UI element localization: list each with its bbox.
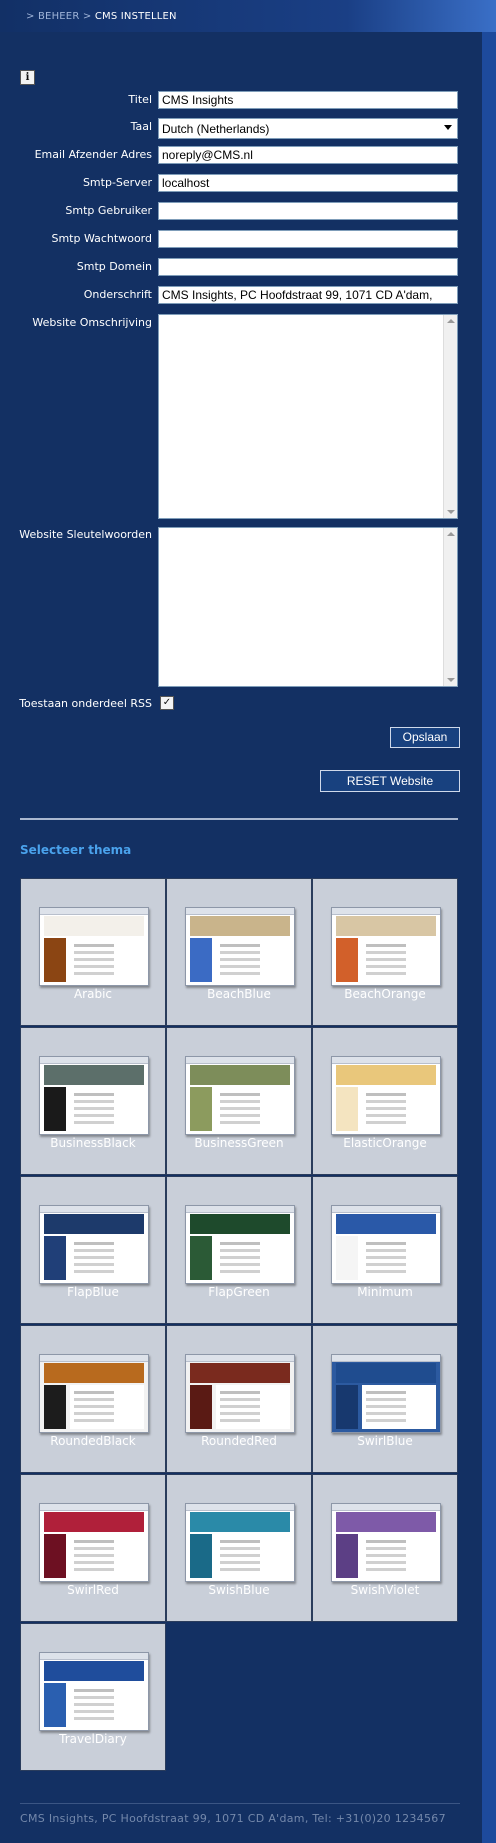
theme-tile[interactable]: Minimum	[312, 1176, 458, 1324]
smtp-gebruiker-input[interactable]	[158, 202, 458, 220]
theme-name: BusinessBlack	[50, 1136, 136, 1150]
theme-preview-image[interactable]	[39, 1205, 149, 1284]
theme-tile[interactable]: SwirlRed	[20, 1474, 166, 1622]
theme-tile[interactable]: FlapBlue	[20, 1176, 166, 1324]
breadcrumb-separator: >	[26, 11, 35, 22]
theme-tile[interactable]: BeachOrange	[312, 878, 458, 1026]
theme-name: BeachBlue	[207, 987, 271, 1001]
onderschrift-input[interactable]: CMS Insights, PC Hoofdstraat 99, 1071 CD…	[158, 286, 458, 304]
omschrijving-label: Website Omschrijving	[32, 316, 152, 329]
theme-tile[interactable]: BusinessBlack	[20, 1027, 166, 1175]
smtp-wachtwoord-input[interactable]	[158, 230, 458, 248]
theme-name: BeachOrange	[344, 987, 426, 1001]
theme-tile[interactable]: BusinessGreen	[166, 1027, 312, 1175]
theme-name: SwishViolet	[350, 1583, 420, 1597]
theme-name: BusinessGreen	[194, 1136, 284, 1150]
sleutelwoorden-scrollbar[interactable]	[443, 528, 457, 686]
info-icon[interactable]: i	[20, 70, 35, 85]
theme-tile[interactable]: ElasticOrange	[312, 1027, 458, 1175]
theme-tile[interactable]: BeachBlue	[166, 878, 312, 1026]
breadcrumb-parent-link[interactable]: BEHEER	[38, 11, 79, 22]
theme-preview-image[interactable]	[331, 1205, 441, 1284]
theme-preview-image[interactable]	[331, 1354, 441, 1433]
theme-tile[interactable]: RoundedRed	[166, 1325, 312, 1473]
theme-name: FlapGreen	[208, 1285, 270, 1299]
footer-text: CMS Insights, PC Hoofdstraat 99, 1071 CD…	[20, 1812, 446, 1825]
smtp-gebruiker-label: Smtp Gebruiker	[65, 204, 152, 217]
theme-name: FlapBlue	[67, 1285, 119, 1299]
email-label: Email Afzender Adres	[34, 148, 152, 161]
header-bar: > BEHEER > CMS INSTELLEN	[0, 0, 496, 32]
breadcrumb: > BEHEER > CMS INSTELLEN	[26, 11, 177, 22]
omschrijving-textarea[interactable]	[158, 314, 458, 519]
titel-label: Titel	[128, 93, 152, 106]
smtp-domein-label: Smtp Domein	[76, 260, 152, 273]
theme-name: ElasticOrange	[343, 1136, 427, 1150]
footer-divider	[20, 1803, 460, 1804]
onderschrift-label: Onderschrift	[83, 288, 152, 301]
theme-preview-image[interactable]	[185, 1205, 295, 1284]
opslaan-button[interactable]: Opslaan	[390, 727, 460, 748]
theme-preview-image[interactable]	[185, 907, 295, 986]
theme-preview-image[interactable]	[185, 1056, 295, 1135]
titel-input[interactable]: CMS Insights	[158, 91, 458, 109]
theme-preview-image[interactable]	[39, 1056, 149, 1135]
smtp-server-input[interactable]: localhost	[158, 174, 458, 192]
theme-preview-image[interactable]	[39, 907, 149, 986]
chevron-down-icon	[444, 125, 452, 130]
breadcrumb-current: CMS INSTELLEN	[94, 11, 177, 22]
theme-name: SwirlRed	[67, 1583, 119, 1597]
theme-tile[interactable]: RoundedBlack	[20, 1325, 166, 1473]
theme-tile[interactable]: Arabic	[20, 878, 166, 1026]
theme-name: Arabic	[73, 987, 113, 1001]
omschrijving-scrollbar[interactable]	[443, 315, 457, 518]
rss-checkbox[interactable]: ✓	[160, 696, 174, 710]
theme-name: SwirlBlue	[357, 1434, 413, 1448]
taal-label: Taal	[130, 120, 152, 133]
theme-tile[interactable]: TravelDiary	[20, 1623, 166, 1771]
sleutelwoorden-label: Website Sleutelwoorden	[19, 528, 152, 541]
theme-preview-image[interactable]	[39, 1652, 149, 1731]
taal-select[interactable]: Dutch (Netherlands)	[158, 118, 458, 139]
theme-name: RoundedRed	[201, 1434, 277, 1448]
theme-section-title: Selecteer thema	[20, 843, 132, 857]
theme-preview-image[interactable]	[331, 1056, 441, 1135]
theme-preview-image[interactable]	[185, 1503, 295, 1582]
checkmark-icon: ✓	[162, 697, 172, 708]
reset-website-button[interactable]: RESET Website	[320, 770, 460, 792]
sleutelwoorden-textarea[interactable]	[158, 527, 458, 687]
theme-name: TravelDiary	[59, 1732, 127, 1746]
section-divider	[20, 818, 458, 820]
theme-name: RoundedBlack	[50, 1434, 136, 1448]
theme-preview-image[interactable]	[331, 907, 441, 986]
theme-preview-image[interactable]	[331, 1503, 441, 1582]
smtp-domein-input[interactable]	[158, 258, 458, 276]
theme-tile[interactable]: SwishViolet	[312, 1474, 458, 1622]
breadcrumb-separator: >	[82, 11, 92, 22]
theme-tile[interactable]: SwirlBlue	[312, 1325, 458, 1473]
email-input[interactable]: noreply@CMS.nl	[158, 146, 458, 164]
right-edge-strip	[482, 0, 496, 1843]
theme-tile[interactable]: FlapGreen	[166, 1176, 312, 1324]
smtp-server-label: Smtp-Server	[82, 176, 152, 189]
taal-select-value: Dutch (Netherlands)	[162, 122, 270, 136]
smtp-wachtwoord-label: Smtp Wachtwoord	[51, 232, 152, 245]
theme-tile[interactable]: SwishBlue	[166, 1474, 312, 1622]
theme-preview-image[interactable]	[39, 1354, 149, 1433]
rss-label: Toestaan onderdeel RSS	[19, 697, 152, 710]
theme-preview-image[interactable]	[185, 1354, 295, 1433]
theme-name: Minimum	[357, 1285, 413, 1299]
theme-name: SwishBlue	[208, 1583, 270, 1597]
theme-preview-image[interactable]	[39, 1503, 149, 1582]
